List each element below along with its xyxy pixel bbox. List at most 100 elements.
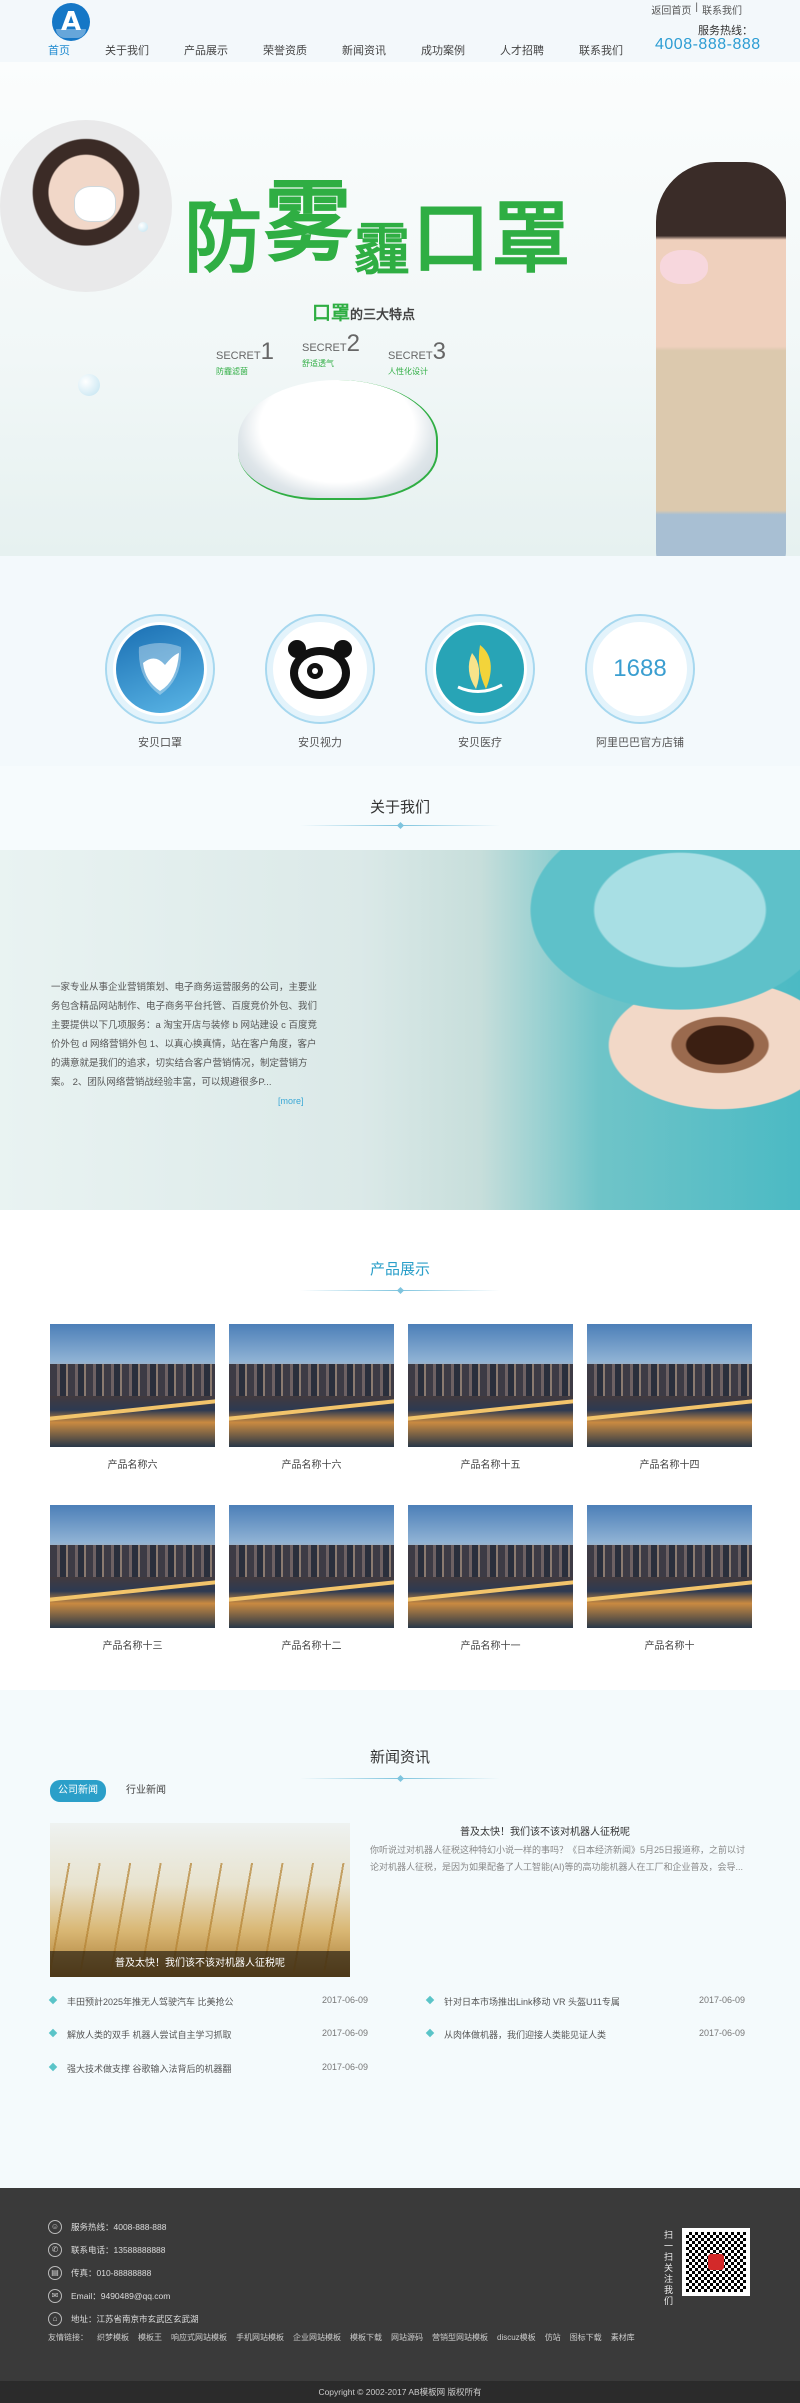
brand-name: 安贝口罩 [138,737,182,749]
copyright: Copyright © 2002-2017 AB模板网 版权所有 [0,2381,800,2403]
product-name: 产品名称十六 [281,1460,342,1471]
nav-item-honors[interactable]: 荣誉资质 [263,42,307,58]
brand-name: 安贝医疗 [458,737,502,749]
site-header: A 首页 关于我们 产品展示 荣誉资质 新闻资讯 成功案例 人才招聘 联系我们 … [0,0,800,62]
footer-address: ⌂ 地址：江苏省南京市玄武区玄武湖 [48,2312,199,2326]
product-name: 产品名称十三 [102,1641,163,1652]
nav-item-about[interactable]: 关于我们 [105,42,149,58]
banner-woman-right-image [656,162,786,556]
top-link-home[interactable]: 返回首页 [651,2,691,17]
friend-link[interactable]: 企业网站模板 [293,2332,341,2343]
product-image [50,1505,215,1628]
main-nav: 首页 关于我们 产品展示 荣誉资质 新闻资讯 成功案例 人才招聘 联系我们 [48,42,658,58]
banner-bubble [78,374,100,396]
hotline-number: 4008-888-888 [655,36,761,53]
top-link-contact[interactable]: 联系我们 [702,2,742,17]
mail-icon: ✉ [48,2289,62,2303]
brand-item[interactable]: 1688 阿里巴巴官方店铺 [575,614,705,750]
friend-link[interactable]: 响应式网站模板 [171,2332,227,2343]
logo[interactable]: A [52,3,90,41]
news-featured-summary: 你听说过对机器人征税这种特幻小说一样的事吗？《日本经济新闻》5月25日报道称，之… [370,1845,746,1872]
product-card[interactable]: 产品名称十五 [408,1324,573,1471]
top-link-separator: | [695,2,698,13]
section-title: 新闻资讯 [369,1749,430,1766]
nav-item-home[interactable]: 首页 [48,42,70,58]
product-image [229,1324,394,1447]
section-divider-dot [396,1774,405,1783]
mask-product-image [238,380,438,500]
footer-phone: ✆ 联系电话：13588888888 [48,2243,166,2257]
friend-link[interactable]: 营销型网站模板 [432,2332,488,2343]
news-list-item[interactable]: 从肉体做机器，我们迎接人类能见证人类 2017-06-09 [425,2028,745,2042]
brand-item[interactable]: 安贝视力 [255,614,385,750]
news-featured-title[interactable]: 普及太快！我们该不该对机器人征税呢 [350,1823,740,1838]
friend-link[interactable]: 仿站 [545,2332,561,2343]
footer-fax: ▤ 传真：010-88888888 [48,2266,151,2280]
news-list-item[interactable]: 解放人类的双手 机器人尝试自主学习抓取 2017-06-09 [48,2028,368,2042]
shield-icon [116,625,204,713]
qr-label: 扫一扫关注我们 [664,2230,674,2306]
friend-link[interactable]: 素材库 [611,2332,635,2343]
brand-name: 安贝视力 [298,737,342,749]
qr-code [682,2228,750,2296]
news-section: 新闻资讯 公司新闻 行业新闻 普及太快！我们该不该对机器人征税呢 普及太快！我们… [0,1690,800,2188]
product-name: 产品名称十五 [460,1460,521,1471]
banner-bubble [138,222,148,232]
nav-item-contact[interactable]: 联系我们 [579,42,623,58]
friend-link[interactable]: 模板下载 [350,2332,382,2343]
product-image [50,1324,215,1447]
product-name: 产品名称十二 [281,1641,342,1652]
nav-item-products[interactable]: 产品展示 [184,42,228,58]
product-image [587,1505,752,1628]
product-card[interactable]: 产品名称十一 [408,1505,573,1652]
tab-company-news[interactable]: 公司新闻 [50,1780,106,1802]
tab-industry-news[interactable]: 行业新闻 [118,1780,174,1802]
product-card[interactable]: 产品名称十六 [229,1324,394,1471]
news-image-caption: 普及太快！我们该不该对机器人征税呢 [50,1951,350,1977]
footer-email: ✉ Email：9490489@qq.com [48,2289,170,2303]
footer-hotline: ☺ 服务热线：4008-888-888 [48,2220,166,2234]
brand-item[interactable]: 安贝医疗 [415,614,545,750]
product-card[interactable]: 产品名称十 [587,1505,752,1652]
1688-icon: 1688 [613,655,667,682]
about-section: 一家专业从事企业营销策划、电子商务运营服务的公司，主要业务包含精品网站制作、电子… [0,850,800,1210]
product-image [229,1505,394,1628]
product-image [408,1324,573,1447]
nav-item-news[interactable]: 新闻资讯 [342,42,386,58]
panda-icon [276,625,364,713]
friend-link[interactable]: discuz模板 [497,2332,536,2343]
location-icon: ⌂ [48,2312,62,2326]
friend-link[interactable]: 手机网站模板 [236,2332,284,2343]
products-section: 产品展示 产品名称六 产品名称十六 产品名称十五 产品名称十四 产品名称十三 产… [0,1210,800,1690]
brand-item[interactable]: 安贝口罩 [95,614,225,750]
section-title: 关于我们 [369,799,430,816]
news-list-item[interactable]: 丰田预計2025年推无人驾驶汽车 比美抢公 2017-06-09 [48,1995,368,2009]
hero-banner[interactable]: 防雾霾口罩 口罩的三大特点 SECRET1 防霾滤菌 SECRET2 舒适透气 SE… [0,62,800,556]
friend-link[interactable]: 图标下载 [570,2332,602,2343]
product-card[interactable]: 产品名称十二 [229,1505,394,1652]
section-divider-dot [396,821,405,830]
product-image [587,1324,752,1447]
product-card[interactable]: 产品名称十三 [50,1505,215,1652]
sail-icon [436,625,524,713]
news-featured-image[interactable]: 普及太快！我们该不该对机器人征税呢 [50,1823,350,1977]
product-name: 产品名称十一 [460,1641,521,1652]
product-card[interactable]: 产品名称十四 [587,1324,752,1471]
nav-item-jobs[interactable]: 人才招聘 [500,42,544,58]
product-card[interactable]: 产品名称六 [50,1324,215,1471]
news-list-item[interactable]: 针对日本市场推出Link移动 VR 头盔U11专属 2017-06-09 [425,1995,745,2009]
banner-subtitle: 口罩的三大特点 [312,303,416,324]
product-name: 产品名称六 [107,1460,158,1471]
friend-link[interactable]: 网站源码 [391,2332,423,2343]
friend-link[interactable]: 模板王 [138,2332,162,2343]
banner-feature-3: SECRET3 人性化设计 [388,338,446,376]
top-links: 返回首页 | 联系我们 [651,2,742,17]
news-list-item[interactable]: 强大技术做支撑 谷歌输入法背后的机器翻 2017-06-09 [48,2062,368,2076]
about-more-link[interactable]: [more] [278,1096,304,1106]
friend-links-label: 友情链接： [48,2333,88,2342]
section-title: 产品展示 [369,1261,430,1278]
friend-link[interactable]: 织梦模板 [97,2332,129,2343]
nav-item-cases[interactable]: 成功案例 [421,42,465,58]
banner-woman-left-image [0,120,172,292]
banner-title: 防雾霾口罩 [184,171,573,284]
